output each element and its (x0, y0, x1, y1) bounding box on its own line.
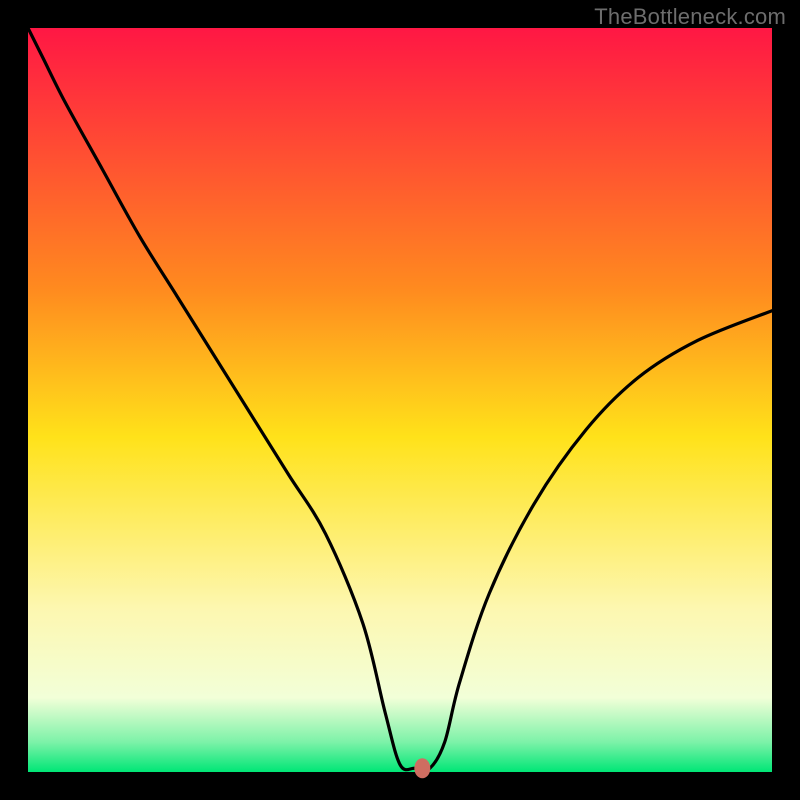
optimal-marker (414, 758, 430, 778)
bottleneck-chart (0, 0, 800, 800)
plot-background (28, 28, 772, 772)
watermark-text: TheBottleneck.com (594, 4, 786, 30)
chart-frame: TheBottleneck.com (0, 0, 800, 800)
